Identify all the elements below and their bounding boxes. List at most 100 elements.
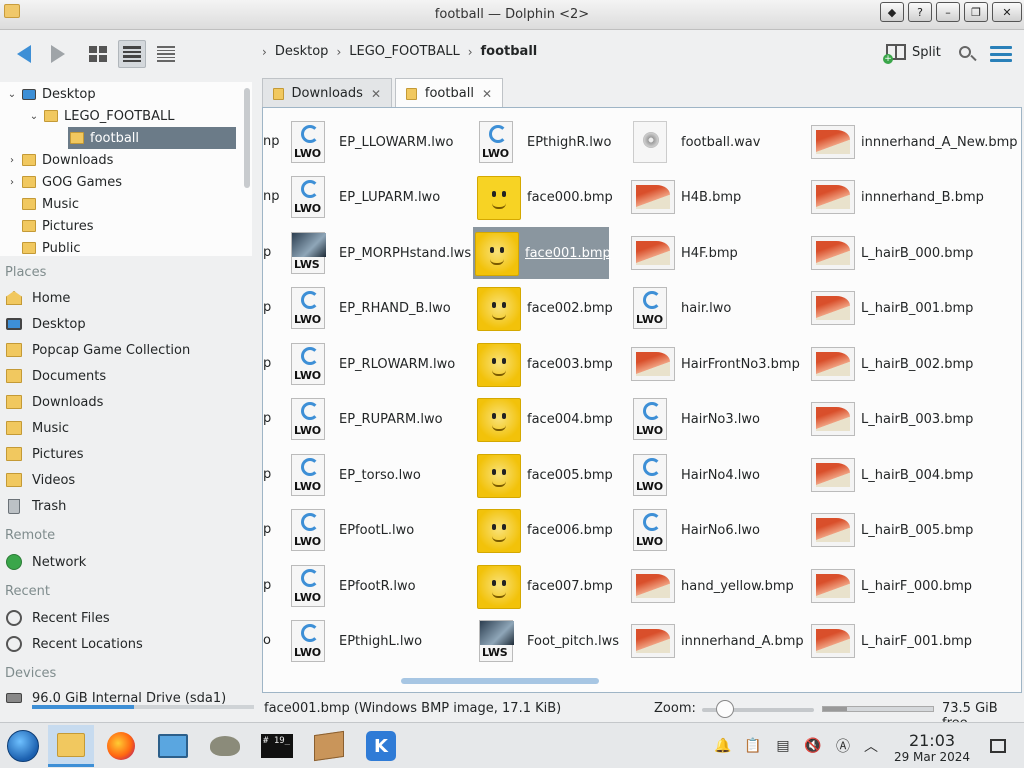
clipped-file-label[interactable]: p xyxy=(263,356,271,371)
forward-button[interactable] xyxy=(44,40,72,68)
zoom-slider-handle[interactable] xyxy=(716,700,734,718)
file-item[interactable]: H4B.bmp xyxy=(629,171,741,223)
task-file-manager[interactable] xyxy=(48,725,94,767)
horizontal-scrollbar[interactable] xyxy=(401,678,599,684)
clipped-file-label[interactable]: p xyxy=(263,578,271,593)
file-view[interactable]: np np p p p p p p p o LWO EP_LLOWARM.lwo LWO EP_LUPAR… xyxy=(262,107,1022,693)
tree-item-football[interactable]: football xyxy=(68,127,236,149)
file-item[interactable]: face006.bmp xyxy=(475,504,613,556)
hamburger-menu-icon[interactable] xyxy=(990,46,1012,62)
details-view-button[interactable] xyxy=(152,40,180,68)
task-firefox[interactable] xyxy=(98,725,144,767)
file-item[interactable]: LWO EPthighR.lwo xyxy=(475,116,611,168)
task-terminal[interactable]: # 19_ xyxy=(254,725,300,767)
file-item[interactable]: LWO EP_LLOWARM.lwo xyxy=(287,116,453,168)
tree-item-gog-games[interactable]: › GOG Games xyxy=(0,171,236,193)
file-item[interactable]: L_hairF_000.bmp xyxy=(809,560,972,612)
file-item[interactable]: LWS EP_MORPHstand.lws xyxy=(287,227,471,279)
place-popcap[interactable]: Popcap Game Collection xyxy=(5,338,245,362)
file-item[interactable]: LWO EPthighL.lwo xyxy=(287,615,422,667)
file-item[interactable]: face000.bmp xyxy=(475,171,613,223)
folder-tree[interactable]: ⌄ Desktop ⌄ LEGO_FOOTBALL football › Dow… xyxy=(0,82,252,256)
place-downloads[interactable]: Downloads xyxy=(5,390,245,414)
file-item[interactable]: L_hairB_005.bmp xyxy=(809,504,973,556)
file-item[interactable]: LWO hair.lwo xyxy=(629,282,731,334)
icons-view-button[interactable] xyxy=(84,40,112,68)
file-item[interactable]: innnerhand_B.bmp xyxy=(809,171,984,223)
close-tab-icon[interactable]: ✕ xyxy=(371,87,381,101)
file-item[interactable]: L_hairF_001.bmp xyxy=(809,615,972,667)
file-item[interactable]: L_hairB_002.bmp xyxy=(809,338,973,390)
file-item[interactable]: face004.bmp xyxy=(475,393,613,445)
split-button[interactable]: + Split xyxy=(883,44,941,64)
tree-item-music[interactable]: Music xyxy=(0,193,236,215)
file-item[interactable]: LWO EP_RLOWARM.lwo xyxy=(287,338,455,390)
place-desktop[interactable]: Desktop xyxy=(5,312,245,336)
breadcrumb-football[interactable]: football xyxy=(481,44,538,59)
file-item[interactable]: LWO EP_RHAND_B.lwo xyxy=(287,282,451,334)
breadcrumb-desktop[interactable]: Desktop xyxy=(275,44,329,59)
printer-icon[interactable]: ▤ xyxy=(774,737,792,755)
notifications-icon[interactable]: 🔔 xyxy=(714,737,732,755)
tree-item-downloads[interactable]: › Downloads xyxy=(0,149,236,171)
task-archive-manager[interactable] xyxy=(306,725,352,767)
clipped-file-label[interactable]: p xyxy=(263,411,271,426)
place-pictures[interactable]: Pictures xyxy=(5,442,245,466)
file-item[interactable]: face007.bmp xyxy=(475,560,613,612)
file-item[interactable]: H4F.bmp xyxy=(629,227,738,279)
file-item[interactable]: HairFrontNo3.bmp xyxy=(629,338,800,390)
file-item[interactable]: LWO EP_RUPARM.lwo xyxy=(287,393,443,445)
close-tab-icon[interactable]: ✕ xyxy=(482,87,492,101)
file-item[interactable]: face001.bmp xyxy=(473,227,611,279)
maximize-button[interactable]: ❐ xyxy=(964,2,988,22)
clipped-file-label[interactable]: np xyxy=(263,134,280,149)
collapse-arrow-icon[interactable]: ⌄ xyxy=(28,111,40,122)
clock[interactable]: 21:03 29 Mar 2024 xyxy=(892,731,972,764)
file-item[interactable]: L_hairB_001.bmp xyxy=(809,282,973,334)
task-system-monitor[interactable] xyxy=(150,725,196,767)
place-home[interactable]: Home xyxy=(5,286,245,310)
file-item[interactable]: LWO HairNo4.lwo xyxy=(629,449,760,501)
file-item[interactable]: LWO EPfootL.lwo xyxy=(287,504,414,556)
file-item[interactable]: innnerhand_A.bmp xyxy=(629,615,804,667)
clipped-file-label[interactable]: o xyxy=(263,633,271,648)
search-icon[interactable] xyxy=(957,44,977,64)
minimize-button[interactable]: – xyxy=(936,2,960,22)
file-item[interactable]: LWO EPfootR.lwo xyxy=(287,560,416,612)
tree-item-desktop[interactable]: ⌄ Desktop xyxy=(0,83,236,105)
back-button[interactable] xyxy=(10,40,38,68)
place-network[interactable]: Network xyxy=(5,550,245,574)
tray-expand-icon[interactable]: ︿ xyxy=(862,737,880,755)
breadcrumb-lego-football[interactable]: LEGO_FOOTBALL xyxy=(349,44,459,59)
file-item[interactable]: L_hairB_004.bmp xyxy=(809,449,973,501)
place-documents[interactable]: Documents xyxy=(5,364,245,388)
help-button[interactable]: ? xyxy=(908,2,932,22)
clipped-file-label[interactable]: np xyxy=(263,189,280,204)
file-item[interactable]: LWO HairNo6.lwo xyxy=(629,504,760,556)
keep-above-button[interactable]: ◆ xyxy=(880,2,904,22)
input-method-icon[interactable]: Ⓐ xyxy=(834,737,852,755)
file-item[interactable]: face002.bmp xyxy=(475,282,613,334)
file-item[interactable]: LWO HairNo3.lwo xyxy=(629,393,760,445)
clipboard-icon[interactable]: 📋 xyxy=(744,737,762,755)
file-item[interactable]: innnerhand_A_New.bmp xyxy=(809,116,1018,168)
tree-item-pictures[interactable]: Pictures xyxy=(0,215,236,237)
show-desktop-icon[interactable] xyxy=(990,739,1006,753)
place-recent-locations[interactable]: Recent Locations xyxy=(5,632,245,656)
file-item[interactable]: LWO EP_LUPARM.lwo xyxy=(287,171,440,223)
start-menu-button[interactable] xyxy=(0,725,46,767)
tree-item-public[interactable]: Public xyxy=(0,237,236,256)
file-item[interactable]: hand_yellow.bmp xyxy=(629,560,794,612)
task-kde-settings[interactable]: K xyxy=(358,725,404,767)
clipped-file-label[interactable]: p xyxy=(263,467,271,482)
expand-arrow-icon[interactable]: › xyxy=(6,155,18,166)
tab-football[interactable]: football ✕ xyxy=(395,78,503,108)
place-music[interactable]: Music xyxy=(5,416,245,440)
file-item[interactable]: face003.bmp xyxy=(475,338,613,390)
place-trash[interactable]: Trash xyxy=(5,494,245,518)
file-item[interactable]: L_hairB_000.bmp xyxy=(809,227,973,279)
file-item[interactable]: L_hairB_003.bmp xyxy=(809,393,973,445)
tree-item-lego-football[interactable]: ⌄ LEGO_FOOTBALL xyxy=(0,105,236,127)
file-item[interactable]: LWS Foot_pitch.lws xyxy=(475,615,619,667)
file-item[interactable]: face005.bmp xyxy=(475,449,613,501)
